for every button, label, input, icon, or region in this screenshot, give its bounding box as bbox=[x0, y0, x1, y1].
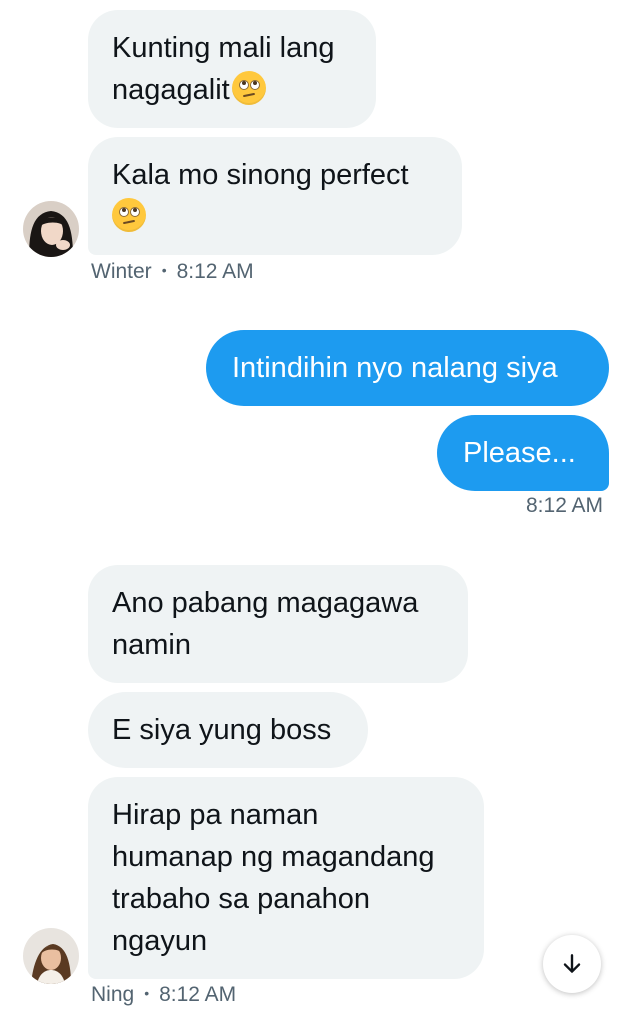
message-bubble[interactable]: E siya yung boss bbox=[88, 692, 368, 768]
face-with-rolling-eyes-icon bbox=[231, 71, 266, 105]
message-line: Intindihin nyo nalang siya bbox=[232, 352, 558, 384]
message-bubble[interactable]: Ano pabang magagawa namin bbox=[88, 565, 468, 683]
timestamp: 8:12 AM bbox=[176, 260, 254, 283]
message-bubble[interactable]: Intindihin nyo nalang siya bbox=[206, 330, 609, 406]
message-meta: Winter • 8:12 AM bbox=[91, 260, 254, 284]
separator-dot: • bbox=[144, 985, 150, 1002]
message-bubble[interactable]: Kala mo sinong perfect bbox=[88, 137, 462, 255]
message-line: nagagalit bbox=[112, 74, 230, 106]
message-line: Ano pabang magagawa bbox=[112, 587, 419, 619]
message-line: Hirap pa naman bbox=[112, 799, 319, 831]
sender-name: Ning bbox=[91, 983, 135, 1006]
message-line: Please... bbox=[463, 437, 576, 469]
separator-dot: • bbox=[161, 262, 167, 279]
message-line: namin bbox=[112, 629, 191, 661]
arrow-down-icon bbox=[563, 954, 581, 973]
message-line: Kunting mali lang bbox=[112, 32, 335, 64]
timestamp: 8:12 AM bbox=[159, 983, 237, 1006]
message-meta: 8:12 AM bbox=[526, 494, 603, 518]
message-line: ngayun bbox=[112, 925, 208, 957]
message-line: trabaho sa panahon bbox=[112, 883, 370, 915]
face-with-rolling-eyes-icon bbox=[112, 198, 146, 232]
message-line: E siya yung boss bbox=[112, 714, 332, 746]
sender-name: Winter bbox=[91, 260, 152, 283]
avatar-winter[interactable] bbox=[23, 201, 79, 257]
message-bubble[interactable]: Kunting mali lang nagagalit bbox=[88, 10, 376, 128]
avatar-ning[interactable] bbox=[23, 928, 79, 984]
message-line: humanap ng magandang bbox=[112, 841, 435, 873]
scroll-to-bottom-button[interactable] bbox=[543, 935, 601, 993]
timestamp: 8:12 AM bbox=[526, 494, 604, 517]
message-line: Kala mo sinong perfect bbox=[112, 159, 409, 191]
message-meta: Ning • 8:12 AM bbox=[91, 983, 236, 1007]
message-bubble[interactable]: Hirap pa naman humanap ng magandang trab… bbox=[88, 777, 484, 979]
message-bubble[interactable]: Please... bbox=[437, 415, 609, 491]
